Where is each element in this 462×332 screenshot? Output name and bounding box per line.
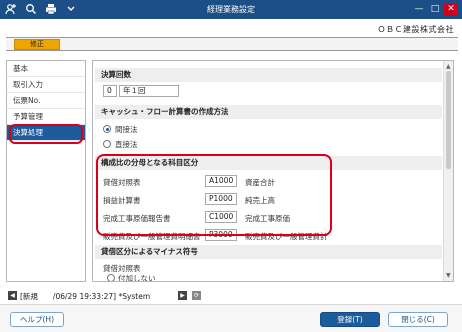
- close-icon[interactable]: ✕: [444, 3, 458, 16]
- next-record-icon[interactable]: ▶: [178, 291, 187, 300]
- components-highlight-annotation: [96, 154, 332, 236]
- direct-method-label: 直接法: [115, 140, 138, 149]
- window-title: 経理業務設定: [207, 5, 255, 14]
- indirect-method-label: 間接法: [115, 125, 138, 134]
- section-cashflow: キャッシュ・フロー計算書の作成方法: [95, 105, 442, 119]
- sidebar-item-budget[interactable]: 予算管理: [7, 109, 85, 125]
- mode-bar: 修正: [6, 37, 458, 51]
- sidebar-item-basic[interactable]: 基本: [7, 61, 85, 77]
- title-bar: 経理業務設定 — □ ✕: [0, 0, 462, 19]
- indirect-method-radio[interactable]: [103, 125, 111, 133]
- sidebar-highlight-annotation: [9, 124, 83, 144]
- vertical-scrollbar[interactable]: ▲ ▼: [443, 61, 453, 281]
- register-button[interactable]: 登録(T): [320, 312, 380, 327]
- sidebar-item-transaction-entry[interactable]: 取引入力: [7, 77, 85, 93]
- no-sign-label: 付加しない: [118, 274, 156, 282]
- sidebar-item-voucher-no[interactable]: 伝票No.: [7, 93, 85, 109]
- no-sign-radio[interactable]: [107, 274, 115, 281]
- sidebar: 基本 取引入力 伝票No. 予算管理 決算処理: [6, 60, 86, 282]
- scroll-thumb[interactable]: [446, 71, 451, 169]
- direct-method-radio[interactable]: [103, 140, 111, 148]
- maximize-icon[interactable]: □: [428, 3, 442, 16]
- help-button[interactable]: ヘルプ(H): [10, 312, 64, 327]
- record-status-text: [新規 /06/29 19:33:27] *System: [20, 292, 151, 301]
- minimize-icon[interactable]: —: [412, 3, 426, 16]
- button-bar: ヘルプ(H) 登録(T) 閉じる(C): [0, 304, 462, 332]
- mode-badge: 修正: [14, 39, 60, 50]
- status-bar: ◀ [新規 /06/29 19:33:27] *System ▶ ⟳: [6, 290, 458, 302]
- close-button[interactable]: 閉じる(C): [388, 312, 448, 327]
- section-settlement-count: 決算回数: [95, 68, 442, 82]
- company-name: ＯＢＣ建設株式会社: [377, 25, 454, 34]
- scroll-down-icon[interactable]: ▼: [446, 272, 451, 279]
- prev-record-icon[interactable]: ◀: [8, 291, 17, 300]
- window-controls: — □ ✕: [412, 3, 458, 16]
- refresh-icon[interactable]: ⟳: [192, 291, 201, 300]
- settlement-count-label: 年１回: [119, 85, 179, 97]
- settlement-count-input[interactable]: 0: [103, 85, 117, 97]
- section-minus-sign: 貸借区分によるマイナス符号: [95, 245, 442, 259]
- scroll-up-icon[interactable]: ▲: [446, 63, 451, 70]
